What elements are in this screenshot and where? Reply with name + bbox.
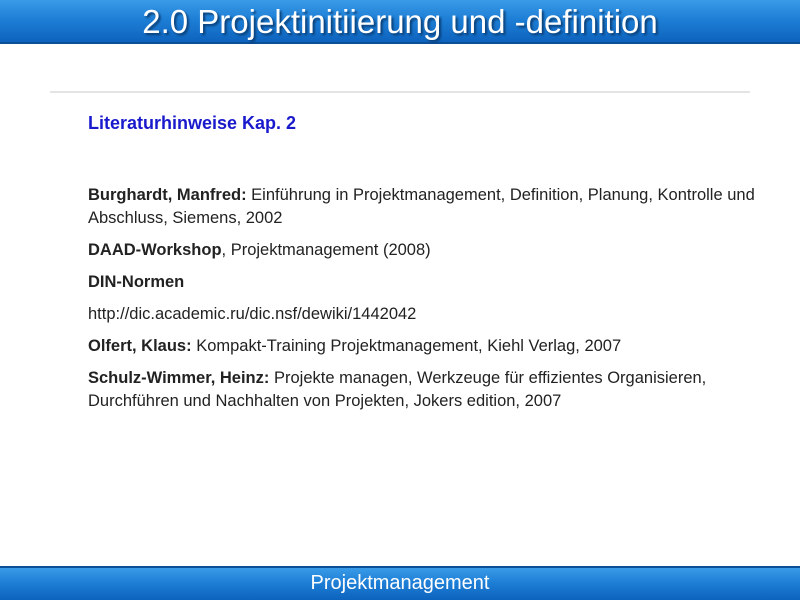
reference-item: DIN-Normen	[88, 271, 768, 294]
section-heading: Literaturhinweise Kap. 2	[88, 113, 297, 133]
reference-list: Burghardt, Manfred: Einführung in Projek…	[88, 184, 768, 413]
reference-author: Schulz-Wimmer, Heinz:	[88, 369, 270, 387]
reference-author: DIN-Normen	[88, 273, 185, 291]
reference-item: Burghardt, Manfred: Einführung in Projek…	[88, 184, 768, 230]
reference-url: http://dic.academic.ru/dic.nsf/dewiki/14…	[88, 305, 417, 323]
reference-author: Burghardt, Manfred:	[88, 186, 247, 204]
reference-author: Olfert, Klaus:	[88, 337, 192, 355]
title-bar: 2.0 Projektinitiierung und -definition	[0, 0, 800, 44]
footer-title: Projektmanagement	[310, 572, 490, 594]
reference-author: DAAD-Workshop	[88, 241, 222, 259]
reference-text: , Projektmanagement (2008)	[221, 241, 431, 259]
reference-item: Olfert, Klaus: Kompakt-Training Projektm…	[88, 335, 768, 358]
reference-item: http://dic.academic.ru/dic.nsf/dewiki/14…	[88, 303, 768, 326]
reference-item: DAAD-Workshop, Projektmanagement (2008)	[88, 239, 768, 262]
reference-item: Schulz-Wimmer, Heinz: Projekte managen, …	[88, 367, 768, 413]
reference-text: Kompakt-Training Projektmanagement, Kieh…	[191, 337, 622, 355]
slide-content: Literaturhinweise Kap. 2 Burghardt, Manf…	[88, 113, 768, 422]
divider	[50, 91, 750, 93]
slide-title: 2.0 Projektinitiierung und -definition	[142, 3, 658, 40]
footer-bar: Projektmanagement	[0, 566, 800, 600]
